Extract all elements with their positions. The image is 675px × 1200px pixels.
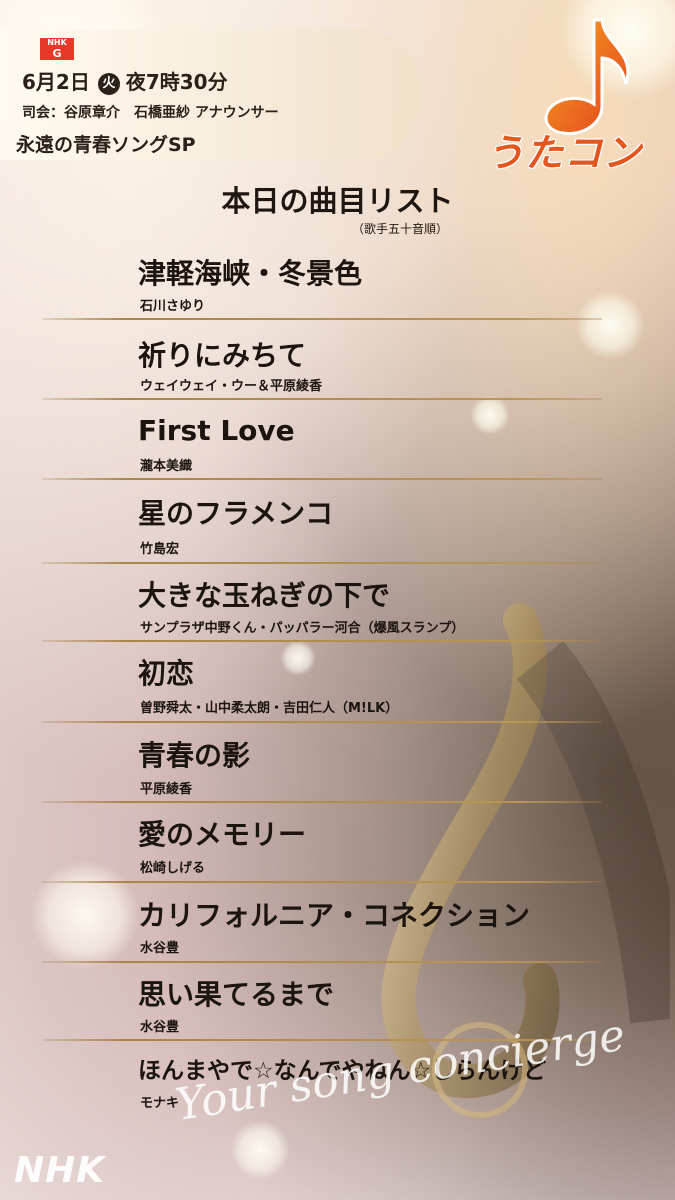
song-artist: 石川さゆり xyxy=(140,299,206,314)
song-artist: 竹島宏 xyxy=(140,542,180,557)
broadcast-datetime: 6月2日火夜7時30分 xyxy=(22,66,228,95)
song-artist: 瀧本美織 xyxy=(140,459,193,474)
song-title: 星のフラメンコ xyxy=(138,497,334,530)
list-title: 本日の曲目リスト xyxy=(221,184,454,218)
nhk-g-channel-badge: NHK G xyxy=(40,38,74,60)
song-artist: 水谷豊 xyxy=(140,941,180,956)
song-title: 青春の影 xyxy=(138,739,251,772)
song-title: カリフォルニア・コネクション xyxy=(138,899,531,932)
broadcast-time: 夜7時30分 xyxy=(125,70,228,94)
song-divider xyxy=(42,562,602,564)
song-title: 津軽海峡・冬景色 xyxy=(138,257,363,290)
day-of-week-badge: 火 xyxy=(97,73,120,95)
hosts-line: 司会：谷原章介 石橋亜紗 アナウンサー xyxy=(22,105,279,121)
song-title: 大きな玉ねぎの下で xyxy=(138,579,391,612)
song-divider xyxy=(42,640,602,642)
song-artist: 曽野舜太・山中柔太朗・吉田仁人（M!LK） xyxy=(140,701,399,716)
song-artist: 平原綾香 xyxy=(140,782,193,797)
song-divider xyxy=(42,478,602,480)
song-divider xyxy=(42,398,602,400)
program-logo: うたコン xyxy=(486,131,643,175)
song-divider xyxy=(42,318,602,320)
special-title: 永遠の青春ソングSP xyxy=(16,134,196,156)
song-artist: 水谷豊 xyxy=(140,1020,180,1035)
song-title: 愛のメモリー xyxy=(138,818,307,851)
song-artist: ウェイウェイ・ウー＆平原綾香 xyxy=(140,379,323,394)
song-divider xyxy=(42,721,602,723)
song-artist: サンプラザ中野くん・パッパラー河合（爆風スランプ） xyxy=(140,621,465,636)
list-subtitle: （歌手五十音順） xyxy=(352,222,449,236)
song-artist: 松崎しげる xyxy=(140,861,206,876)
nhk-logo: NHK xyxy=(14,1150,106,1191)
song-title: First Love xyxy=(138,414,295,447)
channel-letter: G xyxy=(52,47,62,60)
broadcast-date: 6月2日 xyxy=(22,70,90,94)
song-title: 初恋 xyxy=(138,657,195,690)
song-divider xyxy=(42,801,602,803)
song-divider xyxy=(42,961,602,963)
song-divider xyxy=(42,881,602,883)
program-poster: NHK G 6月2日火夜7時30分 司会：谷原章介 石橋亜紗 アナウンサー 永遠… xyxy=(0,0,675,1200)
song-title: 思い果てるまで xyxy=(138,978,335,1011)
song-artist: モナキ xyxy=(140,1096,180,1111)
song-title: 祈りにみちて xyxy=(138,339,307,372)
